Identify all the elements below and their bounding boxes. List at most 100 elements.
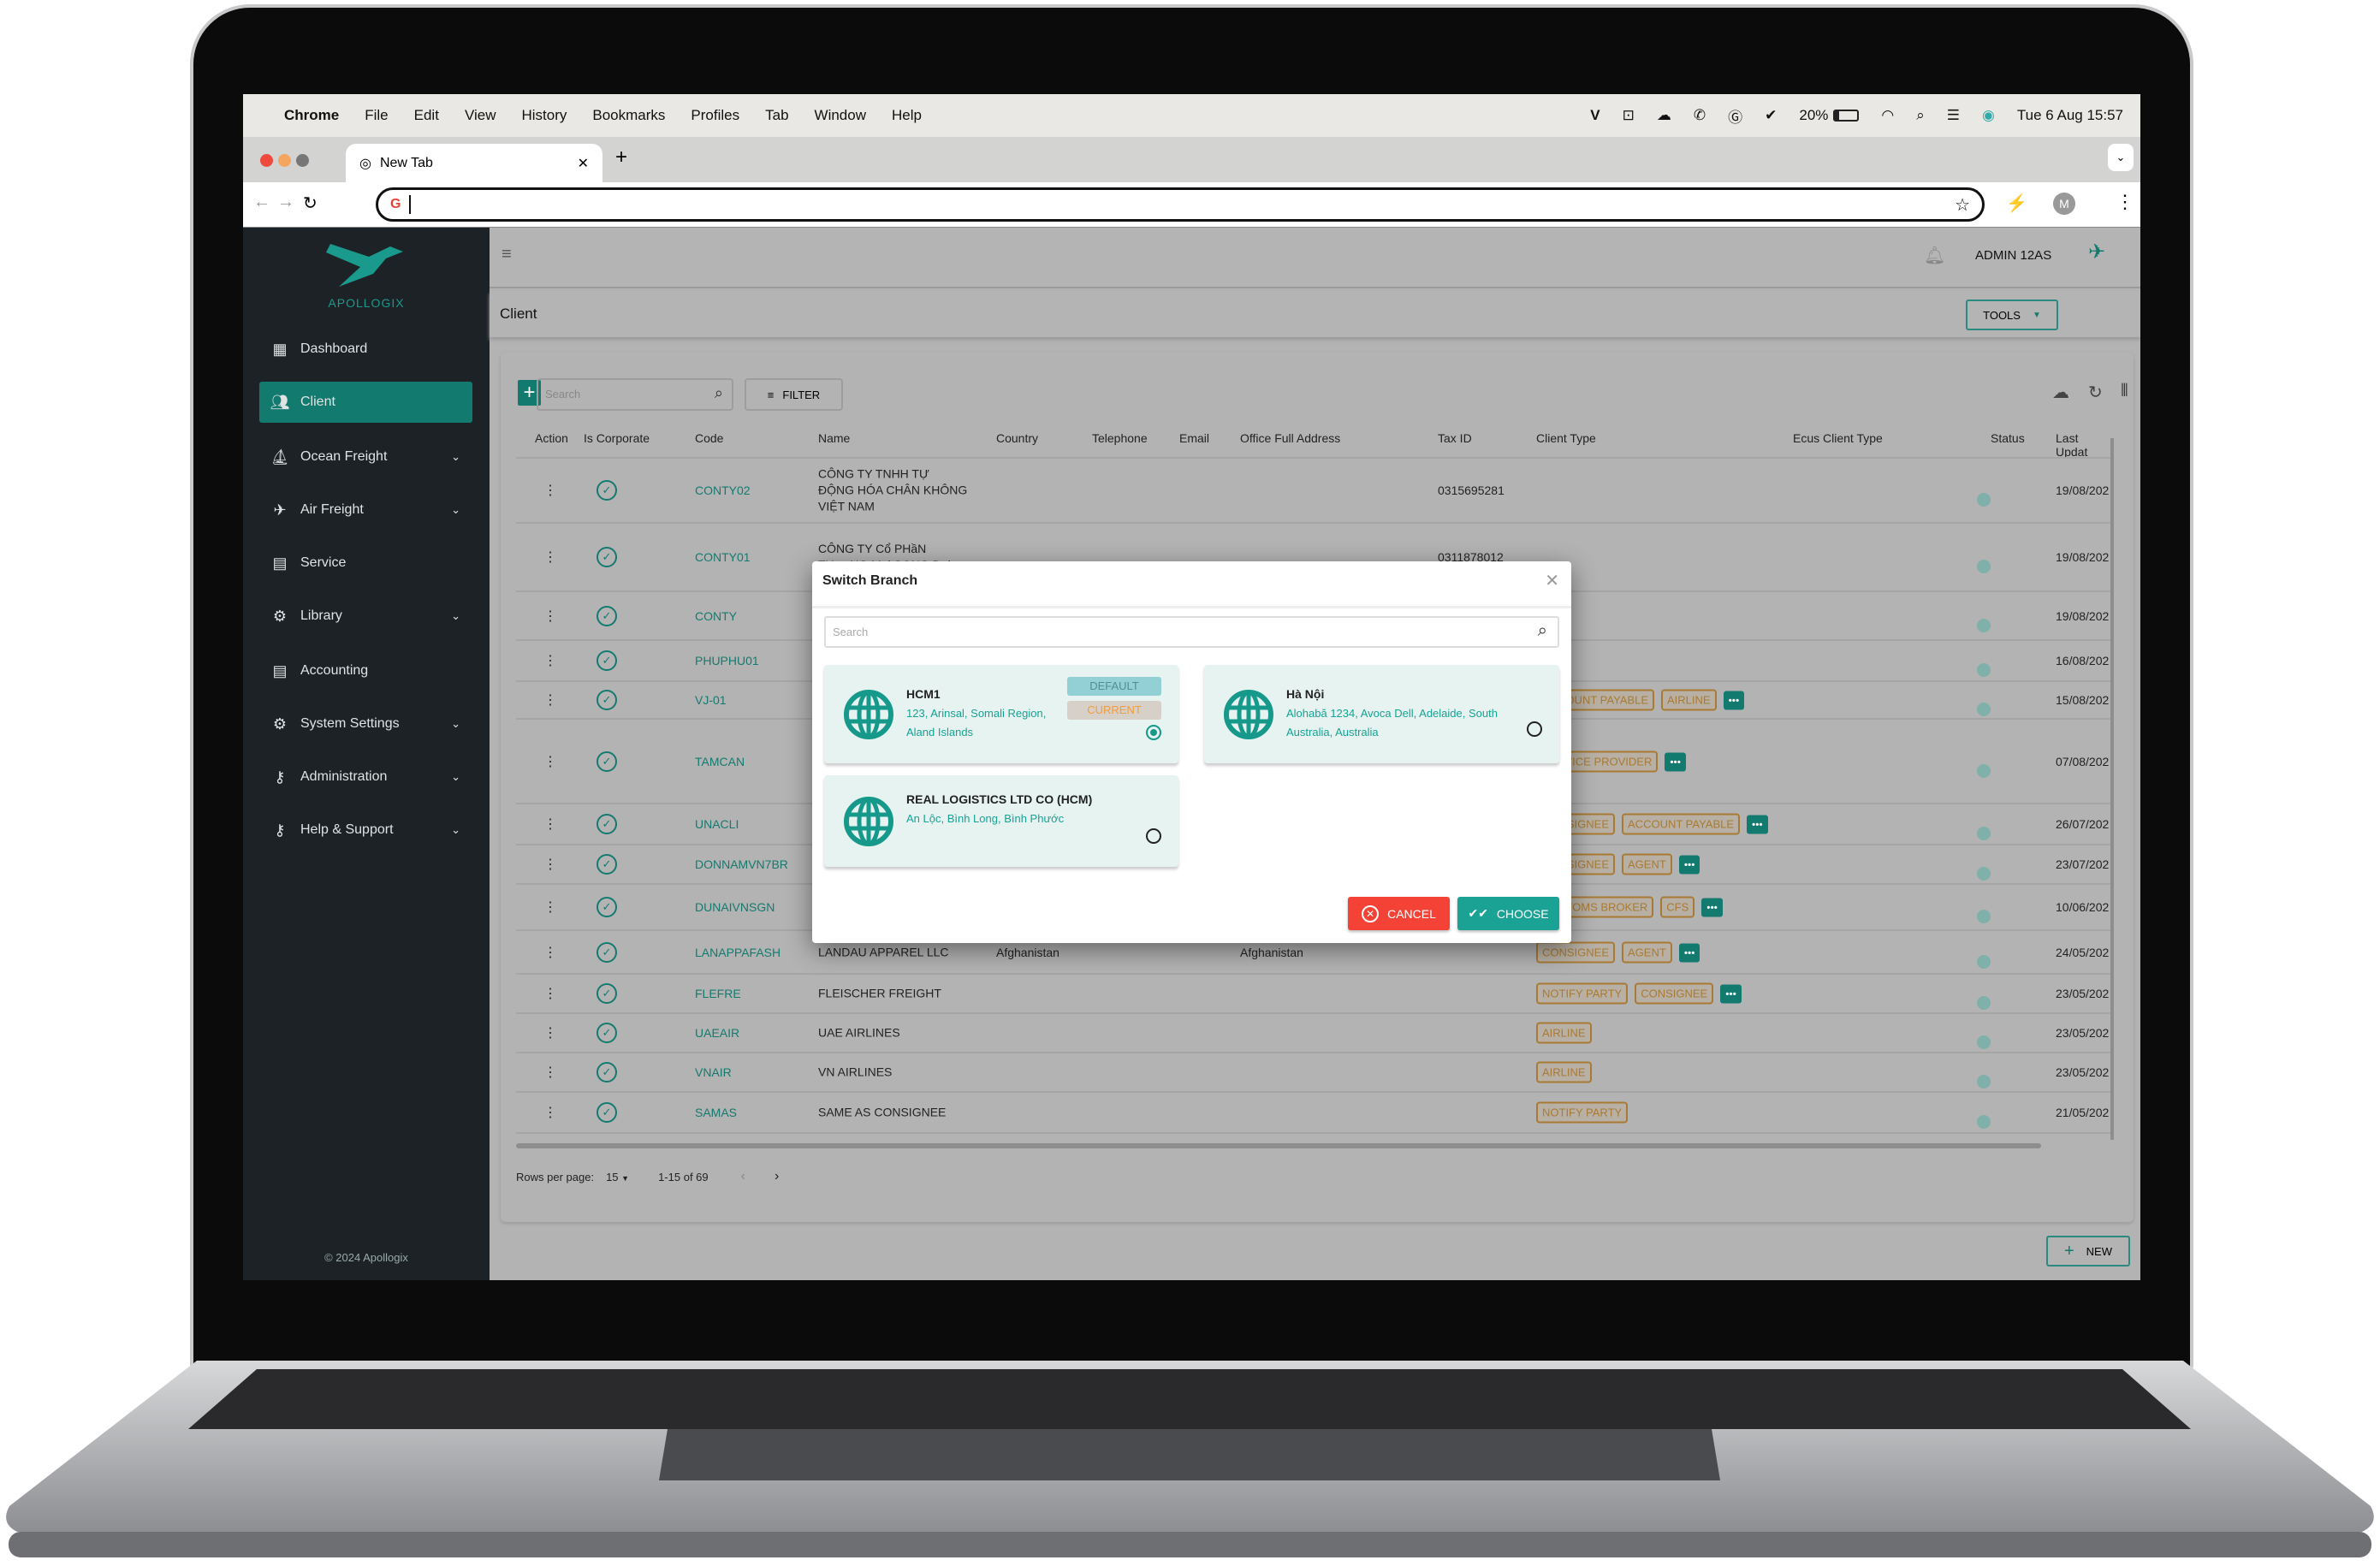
columns-icon[interactable]: ⦀ — [2121, 382, 2128, 401]
row-actions-icon[interactable]: ⋮ — [543, 856, 557, 873]
client-code[interactable]: LANAPPAFASH — [695, 946, 780, 959]
user-avatar-logo[interactable]: ✈ — [2088, 240, 2105, 264]
menu-edit[interactable]: Edit — [414, 107, 439, 124]
row-actions-icon[interactable]: ⋮ — [543, 985, 557, 1002]
vertical-scrollbar[interactable] — [2110, 438, 2114, 1140]
client-code[interactable]: VJ-01 — [695, 693, 727, 707]
table-row[interactable]: ⋮ ✓ CONTY02 CÔNG TY TNHH TỰ ĐỘNG HÓA CHÂN K… — [516, 459, 2110, 524]
menu-view[interactable]: View — [465, 107, 496, 124]
sidebar-item-dashboard[interactable]: ▦ Dashboard — [259, 329, 472, 370]
column-header[interactable]: Email — [1179, 431, 1209, 445]
menu-history[interactable]: History — [521, 107, 567, 124]
row-actions-icon[interactable]: ⋮ — [543, 1104, 557, 1121]
chrome-menu-icon[interactable]: ⋮ — [2116, 191, 2134, 213]
client-code[interactable]: TAMCAN — [695, 755, 745, 768]
reload-button[interactable]: ↻ — [303, 193, 318, 214]
browser-tab[interactable]: ◎ New Tab ✕ — [346, 144, 602, 182]
new-tab-button[interactable]: + — [615, 145, 627, 169]
branch-radio[interactable] — [1146, 725, 1161, 740]
next-page-button[interactable]: › — [775, 1169, 779, 1184]
row-actions-icon[interactable]: ⋮ — [543, 691, 557, 709]
horizontal-scrollbar[interactable] — [516, 1143, 2041, 1148]
sidebar-item-library[interactable]: ⚙ Library ⌄ — [259, 596, 472, 637]
table-row[interactable]: ⋮ ✓ UAEAIR UAE AIRLINES AIRLINE 23/05/202 — [516, 1014, 2110, 1053]
branch-card[interactable]: HCM1 123, Arinsal, Somali Region, Aland I… — [824, 665, 1178, 763]
table-row[interactable]: ⋮ ✓ VNAIR VN AIRLINES AIRLINE 23/05/202 — [516, 1053, 2110, 1093]
row-actions-icon[interactable]: ⋮ — [543, 753, 557, 770]
row-actions-icon[interactable]: ⋮ — [543, 944, 557, 961]
more-tags-button[interactable]: ••• — [1720, 984, 1742, 1004]
tools-dropdown[interactable]: TOOLS ▼ — [1966, 300, 2058, 330]
vpn-v-icon[interactable]: V — [1590, 107, 1600, 124]
row-actions-icon[interactable]: ⋮ — [543, 1064, 557, 1081]
sidebar-item-help-support[interactable]: ⚷ Help & Support ⌄ — [259, 810, 472, 851]
rows-per-page-select[interactable]: 15 ▼ — [606, 1171, 629, 1183]
column-header[interactable]: Code — [695, 431, 723, 445]
sidebar-item-air-freight[interactable]: ✈ Air Freight ⌄ — [259, 489, 472, 531]
row-actions-icon[interactable]: ⋮ — [543, 549, 557, 566]
branch-search-input[interactable]: Search ⌕ — [824, 616, 1559, 648]
client-code[interactable]: CONTY02 — [695, 483, 751, 497]
more-tags-button[interactable]: ••• — [1701, 898, 1723, 917]
choose-button[interactable]: ✔✔ CHOOSE — [1457, 897, 1559, 930]
row-actions-icon[interactable]: ⋮ — [543, 608, 557, 625]
address-bar[interactable]: G ☆ — [376, 187, 1985, 222]
address-input[interactable] — [409, 195, 412, 214]
user-name[interactable]: ADMIN 12AS — [1975, 248, 2051, 263]
branch-card[interactable]: Hà Nội Alohabă 1234, Avoca Dell, Adelaide… — [1204, 665, 1559, 763]
menu-window[interactable]: Window — [815, 107, 866, 124]
prev-page-button[interactable]: ‹ — [741, 1169, 745, 1184]
client-code[interactable]: VNAIR — [695, 1065, 732, 1079]
bell-icon[interactable]: 🔔︎ — [1924, 245, 1945, 266]
menu-app-name[interactable]: Chrome — [284, 107, 339, 124]
sidebar-item-administration[interactable]: ⚷ Administration ⌄ — [259, 756, 472, 798]
new-client-button[interactable]: + NEW — [2046, 1236, 2130, 1266]
branch-radio[interactable] — [1527, 721, 1542, 737]
close-window-button[interactable] — [260, 154, 273, 167]
client-code[interactable]: PHUPHU01 — [695, 654, 759, 667]
client-code[interactable]: DUNAIVNSGN — [695, 900, 775, 914]
column-header[interactable]: Ecus Client Type — [1793, 431, 1883, 445]
column-header[interactable]: Client Type — [1536, 431, 1596, 445]
cloud-sync-icon[interactable]: ☁ — [1657, 107, 1671, 124]
client-code[interactable]: UAEAIR — [695, 1026, 739, 1040]
client-code[interactable]: UNACLI — [695, 817, 739, 831]
menubar-clock[interactable]: Tue 6 Aug 15:57 — [2017, 107, 2123, 124]
branch-radio[interactable] — [1146, 828, 1161, 844]
column-header[interactable]: Last Updat — [2056, 431, 2110, 459]
minimize-window-button[interactable] — [278, 154, 291, 167]
more-tags-button[interactable]: ••• — [1665, 752, 1686, 771]
row-actions-icon[interactable]: ⋮ — [543, 899, 557, 916]
column-header[interactable]: Country — [996, 431, 1038, 445]
siri-icon[interactable]: ◉ — [1982, 107, 1995, 124]
phone-chat-icon[interactable]: ✆ — [1694, 107, 1706, 124]
sidebar-item-accounting[interactable]: ▤ Accounting — [259, 650, 472, 691]
teamviewer-icon[interactable]: ⊡ — [1623, 107, 1635, 124]
spotlight-search-icon[interactable]: ⌕ — [1916, 107, 1925, 124]
close-dialog-icon[interactable]: ✕ — [1545, 570, 1559, 591]
forward-button[interactable]: → — [277, 193, 294, 212]
more-tags-button[interactable]: ••• — [1678, 855, 1700, 875]
branch-card[interactable]: REAL LOGISTICS LTD CO (HCM) An Lộc, Bình … — [824, 775, 1178, 867]
row-actions-icon[interactable]: ⋮ — [543, 1024, 557, 1041]
menu-profiles[interactable]: Profiles — [691, 107, 739, 124]
column-header[interactable]: Status — [1991, 431, 2025, 445]
menu-tab[interactable]: Tab — [765, 107, 788, 124]
menu-help[interactable]: Help — [892, 107, 922, 124]
column-header[interactable]: Telephone — [1092, 431, 1148, 445]
column-header[interactable]: Tax ID — [1438, 431, 1472, 445]
wifi-icon[interactable]: ◠ — [1881, 107, 1894, 124]
row-actions-icon[interactable]: ⋮ — [543, 482, 557, 499]
menu-hamburger-icon[interactable]: ≡ — [502, 245, 512, 264]
menu-bookmarks[interactable]: Bookmarks — [592, 107, 665, 124]
row-actions-icon[interactable]: ⋮ — [543, 816, 557, 833]
more-tags-button[interactable]: ••• — [1723, 691, 1745, 710]
shield-check-icon[interactable]: ✔ — [1765, 107, 1777, 124]
column-header[interactable]: Name — [818, 431, 850, 445]
extensions-icon[interactable]: ⚡ — [2006, 193, 2027, 214]
column-header[interactable]: Is Corporate — [584, 431, 650, 445]
more-tags-button[interactable]: ••• — [1747, 815, 1768, 834]
bookmark-star-icon[interactable]: ☆ — [1955, 194, 1970, 216]
sidebar-item-service[interactable]: ▤ Service — [259, 543, 472, 584]
column-header[interactable]: Office Full Address — [1240, 431, 1340, 445]
